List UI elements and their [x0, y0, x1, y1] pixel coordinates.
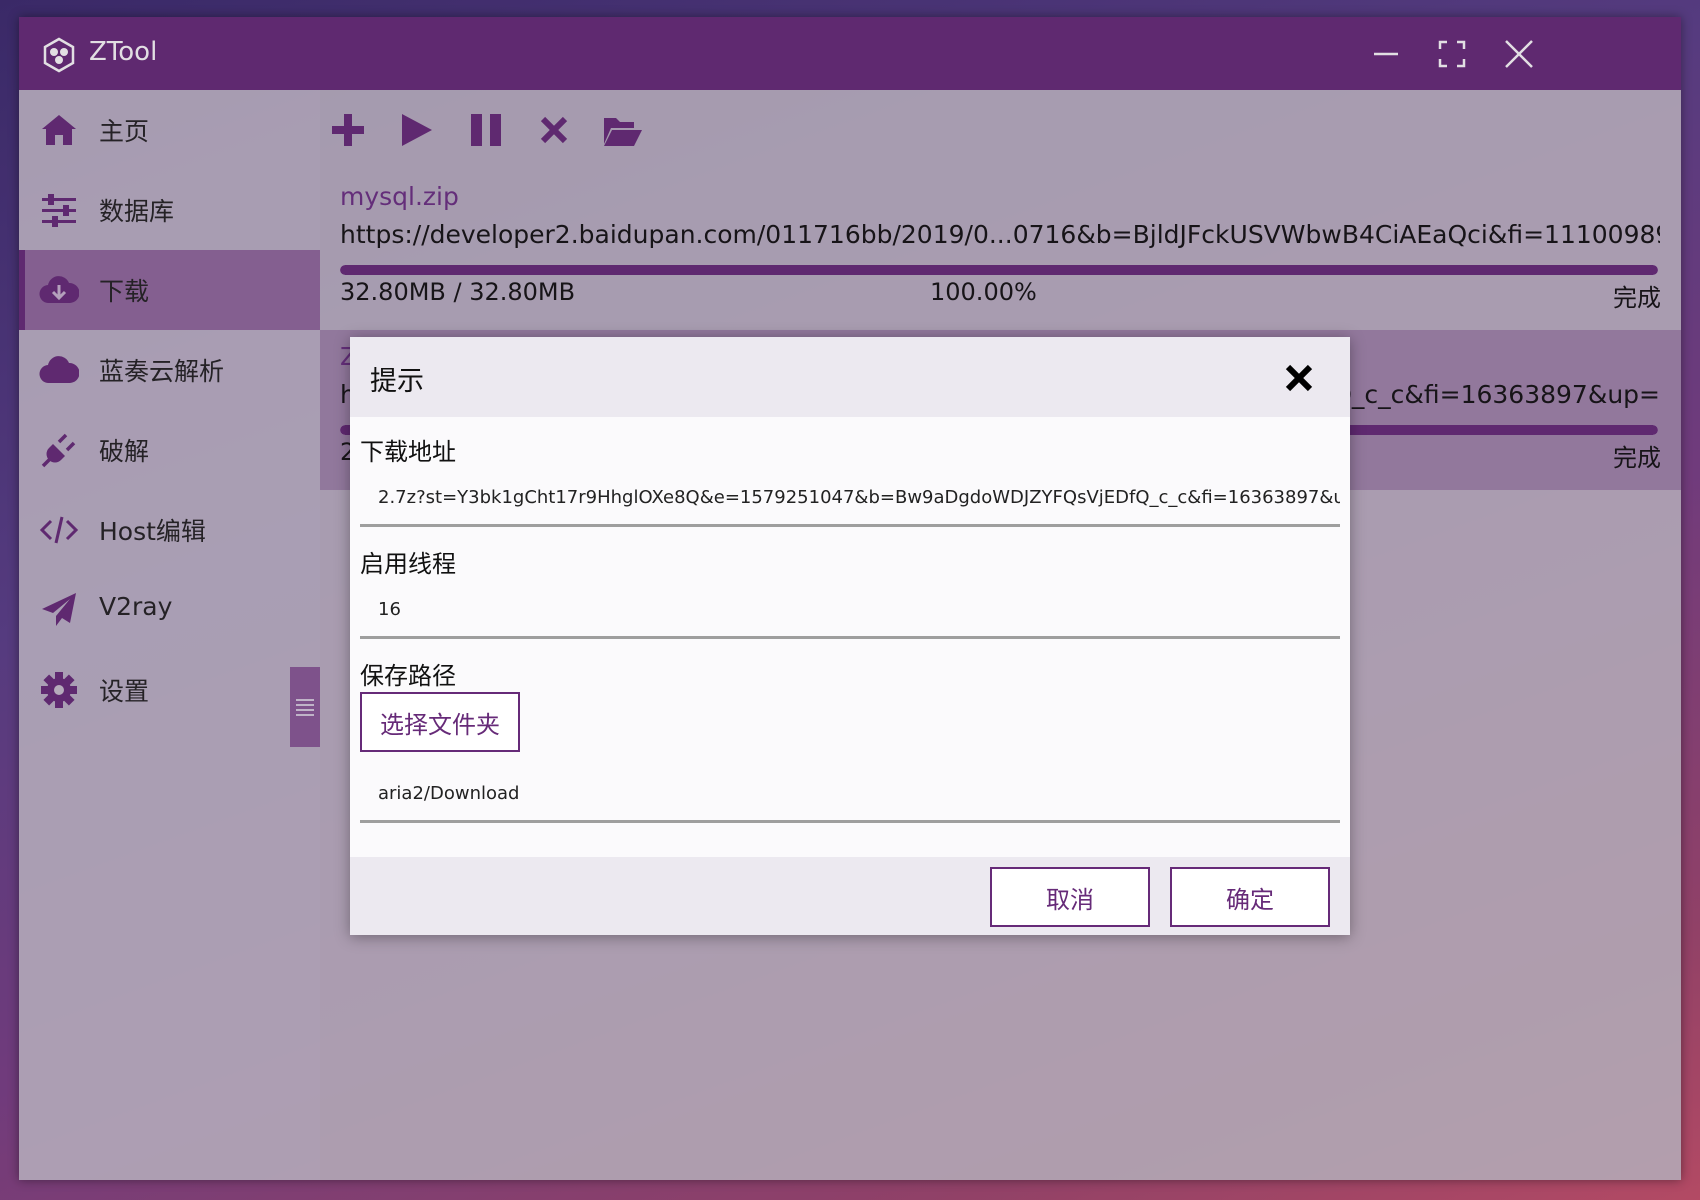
- url-input[interactable]: [360, 471, 1340, 527]
- dialog-close-button[interactable]: [1282, 361, 1316, 395]
- threads-input[interactable]: [360, 583, 1340, 639]
- url-label: 下载地址: [360, 438, 456, 466]
- save-path-input[interactable]: [360, 767, 1340, 823]
- cancel-button[interactable]: 取消: [990, 867, 1150, 927]
- dialog-footer: 取消 确定: [350, 857, 1350, 935]
- confirm-button[interactable]: 确定: [1170, 867, 1330, 927]
- dialog-header: 提示: [350, 337, 1350, 417]
- save-path-label: 保存路径: [360, 662, 456, 690]
- new-download-dialog: 提示 下载地址 启用线程 保存路径 选择文件夹 取消 确定: [350, 337, 1350, 935]
- threads-label: 启用线程: [360, 550, 456, 578]
- choose-folder-button[interactable]: 选择文件夹: [360, 692, 520, 752]
- dialog-title: 提示: [370, 366, 424, 397]
- close-icon: [1285, 364, 1313, 392]
